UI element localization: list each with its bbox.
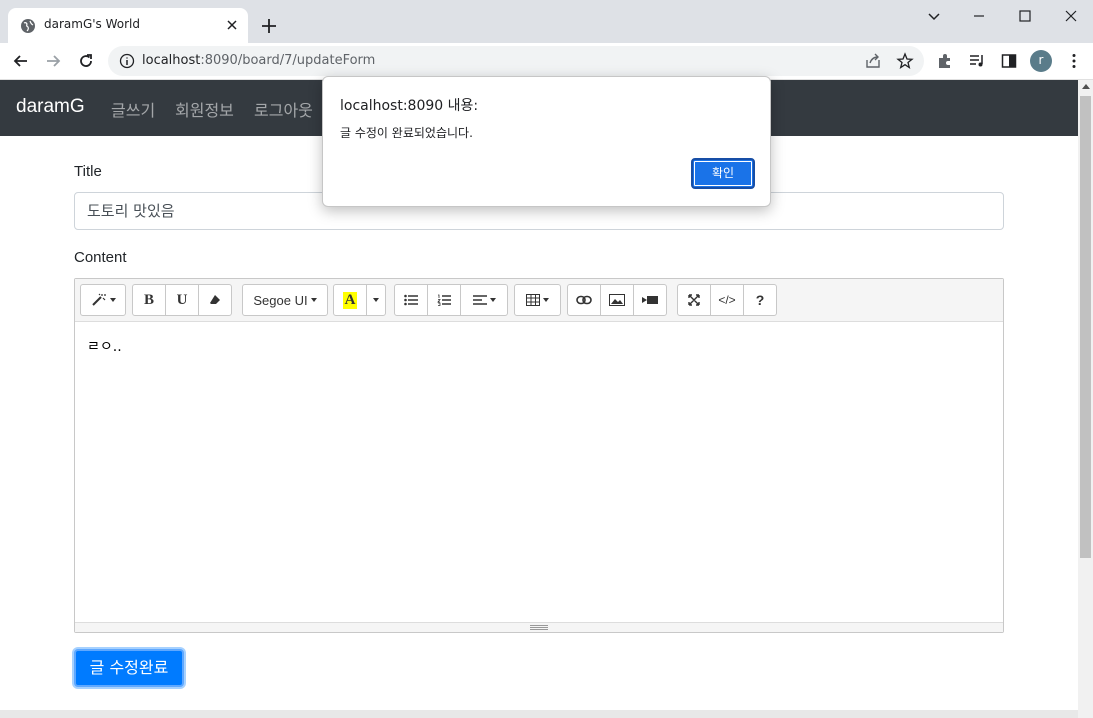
help-icon: ? xyxy=(755,292,765,308)
nav-link-logout[interactable]: 로그아웃 xyxy=(254,97,313,121)
scroll-up-icon[interactable] xyxy=(1082,84,1090,89)
bold-button[interactable]: B xyxy=(132,284,166,316)
minimize-icon[interactable] xyxy=(969,6,989,26)
url-text: localhost:8090/board/7/updateForm xyxy=(142,53,375,68)
magic-icon xyxy=(91,293,106,306)
nav-link-profile[interactable]: 회원정보 xyxy=(175,97,234,121)
alert-dialog: localhost:8090 내용: 글 수정이 완료되었습니다. 확인 xyxy=(322,76,771,207)
help-button[interactable]: ? xyxy=(743,284,777,316)
new-tab-icon[interactable] xyxy=(259,16,279,36)
link-icon xyxy=(576,295,592,305)
fullscreen-button[interactable] xyxy=(677,284,711,316)
clear-format-button[interactable] xyxy=(198,284,232,316)
reload-icon[interactable] xyxy=(76,51,96,71)
align-icon xyxy=(472,295,487,305)
profile-avatar[interactable]: r xyxy=(1030,50,1052,72)
forward-icon[interactable] xyxy=(43,51,63,71)
tab-search-icon[interactable] xyxy=(924,6,944,26)
ordered-list-icon xyxy=(437,294,451,306)
font-family-value: Segoe UI xyxy=(253,292,308,308)
scroll-thumb[interactable] xyxy=(1080,96,1091,558)
maximize-icon[interactable] xyxy=(1015,6,1035,26)
code-view-button[interactable]: </> xyxy=(710,284,744,316)
address-bar[interactable]: localhost:8090/board/7/updateForm xyxy=(108,46,924,76)
fullscreen-icon xyxy=(688,294,700,306)
picture-button[interactable] xyxy=(600,284,634,316)
style-button[interactable] xyxy=(80,284,126,316)
browser-tab[interactable]: daramG's World xyxy=(8,8,248,43)
table-dropdown[interactable] xyxy=(514,284,561,316)
dialog-title: localhost:8090 내용: xyxy=(340,98,479,114)
paragraph-align-dropdown[interactable] xyxy=(460,284,508,316)
close-tab-icon[interactable] xyxy=(224,17,240,33)
bookmark-star-icon[interactable] xyxy=(896,52,914,70)
tab-title: daramG's World xyxy=(44,17,140,31)
eraser-icon xyxy=(210,295,220,304)
table-icon xyxy=(526,294,540,306)
title-label: Title xyxy=(74,163,102,180)
back-icon[interactable] xyxy=(11,51,31,71)
globe-icon xyxy=(21,19,35,33)
content-label: Content xyxy=(74,249,127,266)
vertical-scrollbar[interactable] xyxy=(1078,80,1093,718)
bold-icon: B xyxy=(143,291,154,308)
editor-content-text: ㄹㅇ.. xyxy=(87,339,122,355)
editor-content-area[interactable]: ㄹㅇ.. xyxy=(75,322,1003,623)
font-color-button[interactable]: A xyxy=(333,284,367,316)
nav-link-write[interactable]: 글쓰기 xyxy=(111,97,155,121)
color-dropdown[interactable] xyxy=(366,284,386,316)
side-panel-icon[interactable] xyxy=(1000,52,1018,70)
summernote-editor: B U Segoe UI A </> ? ㄹㅇ.. xyxy=(74,278,1004,633)
title-input-value: 도토리 맛있음 xyxy=(87,202,175,220)
grip-icon xyxy=(530,625,548,630)
underline-button[interactable]: U xyxy=(165,284,199,316)
link-button[interactable] xyxy=(567,284,601,316)
horizontal-scrollbar[interactable] xyxy=(0,710,1078,718)
unordered-list-button[interactable] xyxy=(394,284,428,316)
browser-toolbar: localhost:8090/board/7/updateForm r xyxy=(0,43,1093,80)
dialog-ok-button[interactable]: 확인 xyxy=(691,158,755,189)
dialog-message: 글 수정이 완료되었습니다. xyxy=(340,126,473,140)
media-control-icon[interactable] xyxy=(968,52,986,70)
navbar-brand[interactable]: daramG xyxy=(16,96,85,118)
update-submit-button[interactable]: 글 수정완료 xyxy=(74,649,184,687)
unordered-list-icon xyxy=(404,294,418,306)
code-view-icon: </> xyxy=(718,293,736,307)
share-icon[interactable] xyxy=(864,52,882,70)
editor-toolbar: B U Segoe UI A </> ? xyxy=(75,279,1003,322)
menu-kebab-icon[interactable] xyxy=(1065,52,1083,70)
video-button[interactable] xyxy=(633,284,667,316)
picture-icon xyxy=(609,294,625,306)
extensions-icon[interactable] xyxy=(936,52,954,70)
ordered-list-button[interactable] xyxy=(427,284,461,316)
font-color-icon: A xyxy=(342,291,358,309)
browser-tabstrip: daramG's World xyxy=(0,0,1093,43)
font-family-dropdown[interactable]: Segoe UI xyxy=(242,284,328,316)
window-close-icon[interactable] xyxy=(1061,6,1081,26)
editor-resize-handle[interactable] xyxy=(75,622,1003,632)
underline-icon: U xyxy=(176,291,188,308)
url-path: :8090/board/7/updateForm xyxy=(200,53,376,68)
video-icon xyxy=(642,296,658,304)
url-host: localhost xyxy=(142,53,201,68)
site-info-icon[interactable] xyxy=(118,52,136,70)
